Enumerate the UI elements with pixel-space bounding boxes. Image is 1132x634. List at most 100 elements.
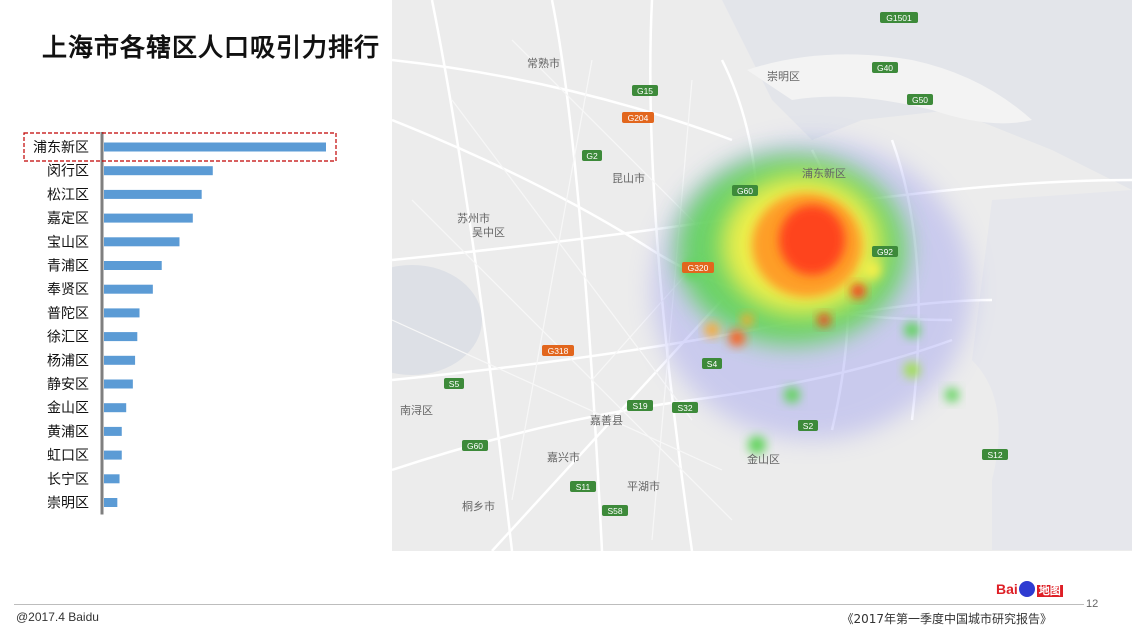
bar-2 xyxy=(104,189,202,199)
highway-shield-0: G15 xyxy=(632,85,658,96)
category-label-5: 青浦区 xyxy=(47,259,89,275)
highway-label-12: S32 xyxy=(677,403,692,413)
highway-label-14: S2 xyxy=(803,421,814,431)
highway-label-15: S12 xyxy=(987,450,1002,460)
category-label-10: 静安区 xyxy=(47,377,89,393)
category-label-2: 松江区 xyxy=(47,187,89,203)
logo-brand: Bai xyxy=(996,581,1018,597)
heat-spot-9 xyxy=(748,436,766,454)
highway-shield-8: G320 xyxy=(682,262,714,273)
highway-shield-10: S5 xyxy=(444,378,464,389)
highway-shield-2: G204 xyxy=(622,112,654,123)
highway-shield-15: S12 xyxy=(982,449,1008,460)
highway-shield-4: G1501 xyxy=(880,12,918,23)
heat-spot-0 xyxy=(851,284,865,298)
category-label-12: 黄浦区 xyxy=(47,423,89,440)
highway-label-3: G40 xyxy=(877,63,893,73)
category-label-14: 长宁区 xyxy=(47,471,89,488)
map-place-label-1: 苏州市 xyxy=(457,211,490,225)
taihu-lake xyxy=(392,265,482,375)
highway-label-5: G50 xyxy=(912,95,928,105)
district-bar-chart: 浦东新区 闵行区 松江区 嘉定区 宝山区 青浦区 奉贤区 普陀区 徐汇区 杨浦区 静安区 金山区 黄浦区… xyxy=(0,120,360,520)
bar-12 xyxy=(104,426,122,436)
heat-red-core xyxy=(779,205,845,275)
highway-shield-14: S2 xyxy=(798,420,818,431)
highway-shield-1: G2 xyxy=(582,150,602,161)
heat-spot-10 xyxy=(904,362,920,378)
highway-label-4: G1501 xyxy=(886,13,912,23)
map-place-label-0: 常熟市 xyxy=(527,56,560,70)
east-sea xyxy=(972,190,1132,550)
bar-6 xyxy=(104,284,153,294)
highway-shield-12: S32 xyxy=(672,402,698,413)
map-place-label-8: 桐乡市 xyxy=(462,499,495,513)
highway-label-11: S19 xyxy=(632,401,647,411)
bar-15 xyxy=(104,498,118,507)
category-label-11: 金山区 xyxy=(47,401,89,417)
heat-spot-2 xyxy=(729,330,745,346)
heat-spot-4 xyxy=(741,314,753,326)
logo-suffix: 地图 xyxy=(1036,585,1063,597)
category-label-9: 杨浦区 xyxy=(47,353,89,369)
map-place-label-9: 崇明区 xyxy=(767,70,800,83)
highway-label-16: G60 xyxy=(467,441,483,451)
bar-10 xyxy=(104,379,133,389)
highway-label-17: S11 xyxy=(576,482,591,492)
highway-label-2: G204 xyxy=(628,113,649,123)
footer-divider xyxy=(14,604,1084,605)
highway-label-18: S58 xyxy=(607,506,622,516)
road-2 xyxy=(550,0,604,551)
category-label-0: 浦东新区 xyxy=(33,140,89,156)
highway-shield-13: S4 xyxy=(702,358,722,369)
paw-icon xyxy=(1018,581,1035,597)
highway-shield-17: S11 xyxy=(570,481,596,492)
heat-spot-1 xyxy=(818,314,830,326)
bar-5 xyxy=(104,261,162,270)
category-label-4: 宝山区 xyxy=(47,235,89,251)
bar-3 xyxy=(104,213,193,223)
map-place-label-7: 南浔区 xyxy=(400,404,433,417)
map-place-label-2: 吴中区 xyxy=(472,226,505,239)
heat-spot-11 xyxy=(945,388,959,402)
heat-spot-6 xyxy=(904,322,920,338)
heat-spot-8 xyxy=(784,387,800,403)
highway-shield-16: G60 xyxy=(462,440,488,451)
copyright-text: @2017.4 Baidu xyxy=(16,610,99,624)
highway-shield-11: S19 xyxy=(627,400,653,411)
highway-label-9: G318 xyxy=(548,346,569,356)
bar-1 xyxy=(104,166,213,176)
category-label-15: 崇明区 xyxy=(47,496,89,512)
heatmap-svg: 常熟市苏州市吴中区 昆山市嘉善县嘉兴市平湖市 南浔区桐乡市 崇明区浦东新区金山区 G15… xyxy=(392,0,1132,551)
highway-shield-6: G60 xyxy=(732,185,758,196)
highway-label-10: S5 xyxy=(449,379,460,389)
bar-13 xyxy=(104,450,122,460)
category-label-3: 嘉定区 xyxy=(47,211,89,227)
highway-shield-3: G40 xyxy=(872,62,898,73)
heat-layer xyxy=(652,140,972,454)
bar-14 xyxy=(104,474,120,484)
highway-label-0: G15 xyxy=(637,86,653,96)
bar-7 xyxy=(104,308,140,318)
page-number: 12 xyxy=(1086,598,1099,610)
heat-spot-3 xyxy=(705,323,719,337)
map-place-label-6: 平湖市 xyxy=(627,479,660,493)
highway-label-6: G60 xyxy=(737,186,753,196)
highway-label-8: G320 xyxy=(688,263,709,273)
highway-shield-5: G50 xyxy=(907,94,933,105)
baidu-map-logo: Bai 地图 xyxy=(996,578,1063,600)
heat-spot-5 xyxy=(863,261,881,279)
map-place-label-11: 金山区 xyxy=(747,452,780,466)
map-place-label-4: 嘉善县 xyxy=(590,413,623,427)
category-label-8: 徐汇区 xyxy=(47,330,89,346)
category-label-13: 虹口区 xyxy=(47,448,89,464)
bar-11 xyxy=(104,403,127,413)
bar-9 xyxy=(104,355,136,365)
bar-8 xyxy=(104,332,138,342)
bar-4 xyxy=(104,237,180,247)
highway-label-13: S4 xyxy=(707,359,718,369)
map-place-label-5: 嘉兴市 xyxy=(547,450,580,464)
page-title: 上海市各辖区人口吸引力排行 xyxy=(42,33,381,62)
minor-road-3 xyxy=(511,59,593,501)
highway-shield-9: G318 xyxy=(542,345,574,356)
road-11 xyxy=(392,58,733,142)
